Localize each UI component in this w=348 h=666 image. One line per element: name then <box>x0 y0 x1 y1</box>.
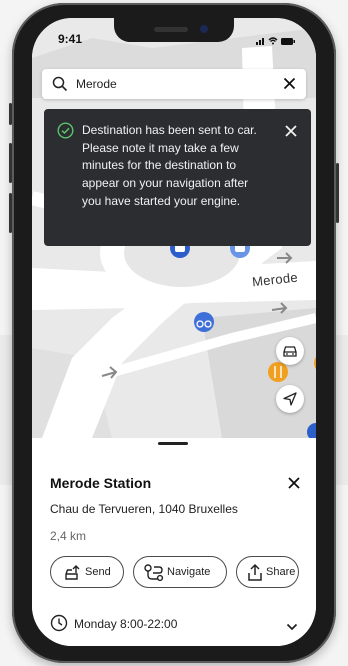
clear-search-icon[interactable] <box>283 77 296 95</box>
place-name: Merode Station <box>50 475 152 491</box>
place-address: Chau de Tervueren, 1040 Bruxelles <box>50 502 238 516</box>
signal-wifi-battery-icon <box>256 37 295 45</box>
status-time: 9:41 <box>58 32 83 46</box>
clock-icon <box>50 614 68 637</box>
power-button <box>336 163 339 223</box>
car-icon <box>283 346 297 357</box>
mute-switch <box>9 103 12 125</box>
success-check-icon <box>57 122 74 144</box>
phone-notch <box>114 18 234 42</box>
sheet-drag-handle[interactable] <box>158 442 188 445</box>
chevron-down-icon[interactable] <box>286 618 298 636</box>
share-icon <box>248 563 262 581</box>
place-distance: 2,4 km <box>50 529 87 543</box>
search-input[interactable]: Merode <box>76 77 117 91</box>
opening-hours: Monday 8:00-22:00 <box>74 617 178 631</box>
search-bar[interactable]: Merode <box>42 69 306 99</box>
navigation-arrow-icon <box>283 392 297 406</box>
speaker <box>154 27 188 32</box>
send-button[interactable]: Send <box>50 556 124 588</box>
navigate-button[interactable]: Navigate <box>133 556 227 588</box>
toast-close-icon[interactable] <box>285 124 297 142</box>
toast-message: Destination has been sent to car. Please… <box>82 123 257 208</box>
destination-sent-toast: Destination has been sent to car. Please… <box>44 109 311 246</box>
front-camera <box>200 25 208 33</box>
route-icon <box>144 564 164 582</box>
send-to-car-icon <box>65 565 80 580</box>
send-label: Send <box>85 566 111 578</box>
navigate-label: Navigate <box>167 566 211 578</box>
place-details-sheet: Merode Station Chau de Tervueren, 1040 B… <box>32 438 316 646</box>
search-icon <box>52 76 68 97</box>
share-label: Share <box>266 566 296 578</box>
phone-screen: 9:41 Merode Destination has been sent to… <box>32 18 316 646</box>
volume-up-button <box>9 143 12 183</box>
volume-down-button <box>9 193 12 233</box>
status-icons <box>256 33 296 51</box>
my-location-button[interactable] <box>276 385 304 413</box>
share-button[interactable]: Share <box>236 556 299 588</box>
close-icon[interactable] <box>288 476 300 494</box>
car-location-button[interactable] <box>276 337 304 365</box>
